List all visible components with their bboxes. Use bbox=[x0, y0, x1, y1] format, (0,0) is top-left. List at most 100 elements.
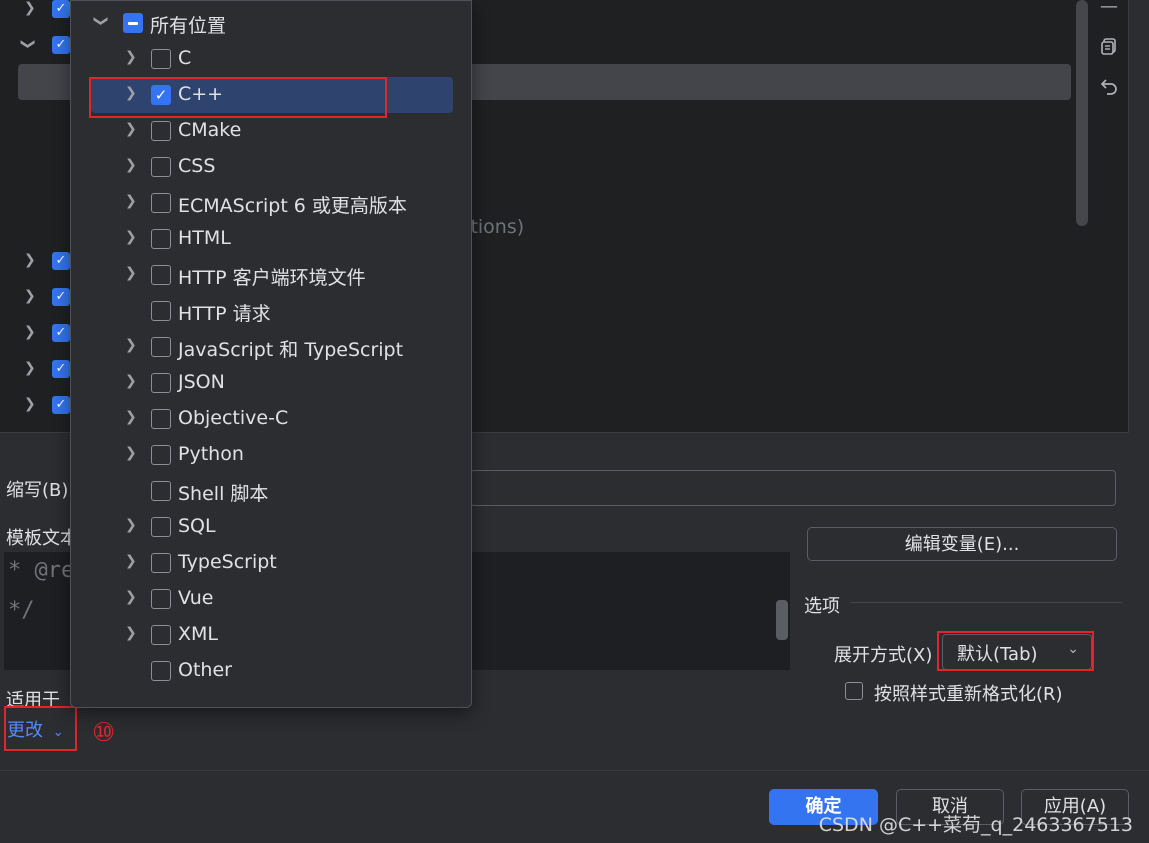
checkbox-unchecked[interactable] bbox=[151, 49, 171, 69]
language-item[interactable]: ❯ Objective-C bbox=[71, 401, 471, 437]
checkbox-checked[interactable]: ✓ bbox=[52, 0, 70, 18]
language-item[interactable]: Other bbox=[71, 653, 471, 689]
chevron-right-icon[interactable]: ❯ bbox=[125, 229, 137, 245]
chevron-right-icon[interactable]: ❯ bbox=[125, 121, 137, 137]
chevron-right-icon[interactable]: ❯ bbox=[125, 589, 137, 605]
language-item[interactable]: ❯ JavaScript 和 TypeScript bbox=[71, 329, 471, 365]
checkbox-checked[interactable]: ✓ bbox=[52, 324, 70, 342]
language-item[interactable]: ❯ SQL bbox=[71, 509, 471, 545]
chevron-right-icon[interactable]: ❯ bbox=[125, 517, 137, 533]
language-item[interactable]: ❯ HTML bbox=[71, 221, 471, 257]
checkbox-unchecked[interactable] bbox=[151, 301, 171, 321]
tree-group-row[interactable]: ❯ ✓ bbox=[0, 316, 70, 352]
language-item[interactable]: ❯ ✓ C++ bbox=[91, 77, 453, 113]
language-item[interactable]: ❯ TypeScript bbox=[71, 545, 471, 581]
applies-to-label: 适用于 bbox=[6, 690, 60, 711]
abbreviation-input[interactable] bbox=[470, 470, 1116, 506]
chevron-right-icon[interactable]: ❯ bbox=[125, 445, 137, 461]
tree-scrollbar[interactable] bbox=[1076, 0, 1088, 226]
undo-icon[interactable] bbox=[1098, 76, 1120, 98]
checkbox-checked[interactable]: ✓ bbox=[52, 36, 70, 54]
checkbox-unchecked[interactable] bbox=[151, 157, 171, 177]
checkbox-unchecked[interactable] bbox=[151, 121, 171, 141]
chevron-right-icon[interactable]: ❯ bbox=[125, 193, 137, 209]
reformat-checkbox[interactable] bbox=[845, 682, 863, 700]
language-label: ECMAScript 6 或更高版本 bbox=[178, 195, 407, 217]
watermark: CSDN @C++菜苟_q_2463367513 bbox=[818, 814, 1133, 836]
checkbox-unchecked[interactable] bbox=[151, 625, 171, 645]
checkbox-unchecked[interactable] bbox=[151, 229, 171, 249]
chevron-down-icon[interactable]: ❯ bbox=[20, 38, 36, 50]
chevron-down-icon[interactable]: ❯ bbox=[93, 15, 109, 27]
language-label: HTTP 请求 bbox=[178, 303, 271, 325]
template-line: */ bbox=[8, 598, 35, 623]
checkbox-unchecked[interactable] bbox=[151, 517, 171, 537]
checkbox-unchecked[interactable] bbox=[151, 589, 171, 609]
language-item[interactable]: ❯ CSS bbox=[71, 149, 471, 185]
checkbox-unchecked[interactable] bbox=[151, 553, 171, 573]
language-item[interactable]: ❯ JSON bbox=[71, 365, 471, 401]
checkbox-unchecked[interactable] bbox=[151, 409, 171, 429]
checkbox-checked[interactable]: ✓ bbox=[52, 396, 70, 414]
chevron-right-icon[interactable]: ❯ bbox=[24, 252, 36, 268]
tree-group-row[interactable]: ❯ ✓ bbox=[0, 28, 70, 64]
language-label: CSS bbox=[178, 155, 216, 177]
language-label: CMake bbox=[178, 119, 242, 141]
checkbox-unchecked[interactable] bbox=[151, 661, 171, 681]
checkbox-checked[interactable]: ✓ bbox=[52, 252, 70, 270]
chevron-right-icon[interactable]: ❯ bbox=[24, 0, 36, 16]
tree-group-row[interactable]: ❯ ✓ bbox=[0, 352, 70, 388]
language-item[interactable]: Shell 脚本 bbox=[71, 473, 471, 509]
language-item[interactable]: ❯ CMake bbox=[71, 113, 471, 149]
reformat-label: 按照样式重新格式化(R) bbox=[874, 684, 1063, 705]
chevron-right-icon[interactable]: ❯ bbox=[125, 373, 137, 389]
chevron-right-icon[interactable]: ❯ bbox=[125, 553, 137, 569]
chevron-right-icon[interactable]: ❯ bbox=[24, 288, 36, 304]
tree-group-row[interactable]: ❯ ✓ bbox=[0, 0, 70, 28]
checkbox-checked[interactable]: ✓ bbox=[151, 85, 171, 105]
checkbox-mixed[interactable] bbox=[123, 13, 143, 33]
expand-with-select[interactable]: 默认(Tab) ⌄ bbox=[942, 634, 1092, 670]
language-label: JSON bbox=[178, 371, 225, 393]
language-item[interactable]: ❯ C bbox=[71, 41, 471, 77]
chevron-right-icon[interactable]: ❯ bbox=[125, 409, 137, 425]
chevron-right-icon[interactable]: ❯ bbox=[24, 396, 36, 412]
minus-icon[interactable]: — bbox=[1098, 0, 1120, 18]
language-item[interactable]: ❯ Vue bbox=[71, 581, 471, 617]
language-item[interactable]: ❯ HTTP 客户端环境文件 bbox=[71, 257, 471, 293]
change-context-link[interactable]: 更改 ⌄ bbox=[7, 716, 64, 742]
change-link-text[interactable]: 更改 bbox=[7, 720, 43, 741]
checkbox-checked[interactable]: ✓ bbox=[52, 288, 70, 306]
tree-root-row[interactable]: ❯ 所有位置 bbox=[71, 5, 471, 41]
chevron-right-icon[interactable]: ❯ bbox=[24, 324, 36, 340]
language-item[interactable]: ❯ ECMAScript 6 或更高版本 bbox=[71, 185, 471, 221]
language-item[interactable]: ❯ XML bbox=[71, 617, 471, 653]
chevron-right-icon[interactable]: ❯ bbox=[125, 85, 137, 101]
checkbox-unchecked[interactable] bbox=[151, 265, 171, 285]
copy-icon[interactable] bbox=[1098, 36, 1120, 58]
tree-group-row[interactable]: ❯ ✓ bbox=[0, 244, 70, 280]
chevron-right-icon[interactable]: ❯ bbox=[24, 360, 36, 376]
chevron-right-icon[interactable]: ❯ bbox=[125, 157, 137, 173]
language-label: C bbox=[178, 47, 192, 69]
language-item[interactable]: HTTP 请求 bbox=[71, 293, 471, 329]
chevron-right-icon[interactable]: ❯ bbox=[125, 49, 137, 65]
checkbox-unchecked[interactable] bbox=[151, 481, 171, 501]
checkbox-unchecked[interactable] bbox=[151, 337, 171, 357]
language-label: JavaScript 和 TypeScript bbox=[178, 339, 404, 361]
checkbox-unchecked[interactable] bbox=[151, 445, 171, 465]
template-line: * @re bbox=[8, 558, 75, 583]
language-label: Python bbox=[178, 443, 244, 465]
language-item[interactable]: ❯ Python bbox=[71, 437, 471, 473]
checkbox-checked[interactable]: ✓ bbox=[52, 360, 70, 378]
chevron-right-icon[interactable]: ❯ bbox=[125, 265, 137, 281]
chevron-right-icon[interactable]: ❯ bbox=[125, 337, 137, 353]
chevron-right-icon[interactable]: ❯ bbox=[125, 625, 137, 641]
checkbox-unchecked[interactable] bbox=[151, 373, 171, 393]
context-popup: ❯ 所有位置 ❯ C ❯ ✓ C++ ❯ CMake ❯ CSS ❯ ECMAScript 6 或更… bbox=[70, 0, 472, 708]
tree-group-row[interactable]: ❯ ✓ bbox=[0, 388, 70, 424]
tree-group-row[interactable]: ❯ ✓ bbox=[0, 280, 70, 316]
checkbox-unchecked[interactable] bbox=[151, 193, 171, 213]
edit-variables-button[interactable]: 编辑变量(E)... bbox=[807, 527, 1117, 561]
editor-scrollbar[interactable] bbox=[776, 600, 788, 640]
